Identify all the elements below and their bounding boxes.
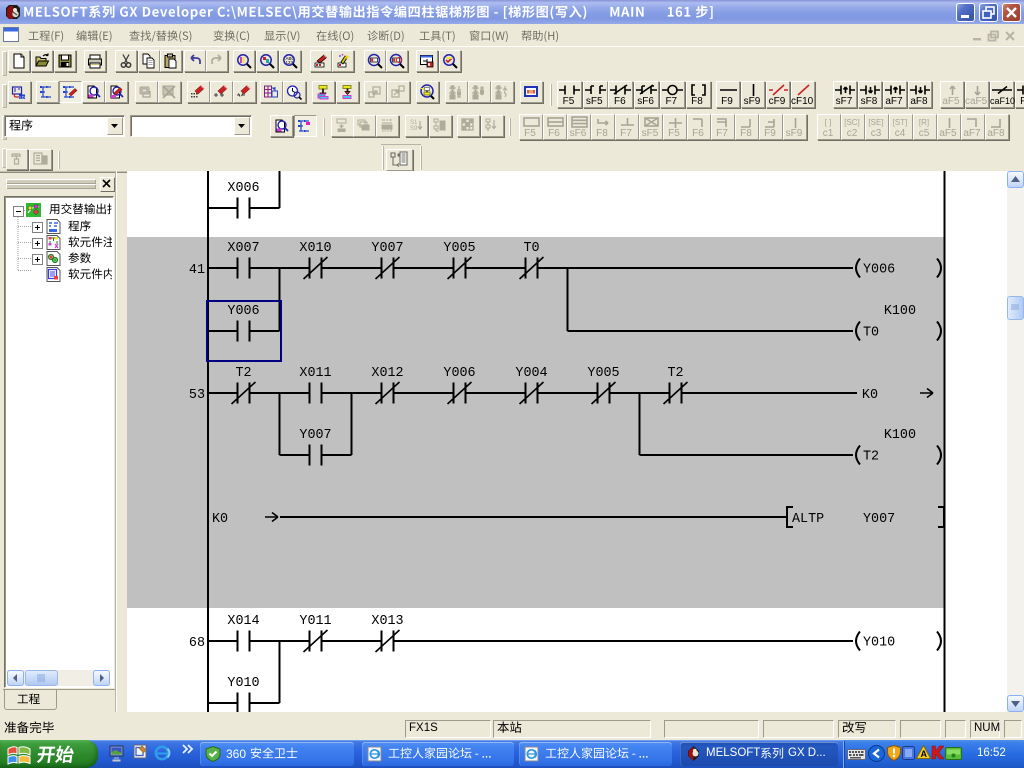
svg-text:K100: K100: [884, 428, 916, 443]
svg-text:T0: T0: [523, 241, 539, 256]
svg-text:A: A: [921, 749, 928, 759]
svg-text:Y007: Y007: [863, 512, 895, 527]
svg-text:Y005: Y005: [587, 366, 619, 381]
svg-text:X011: X011: [299, 366, 331, 381]
svg-text:Y004: Y004: [515, 366, 547, 381]
svg-text:Y006: Y006: [443, 366, 475, 381]
svg-text:T0: T0: [863, 326, 879, 341]
svg-text:T2: T2: [235, 366, 251, 381]
svg-text:K0: K0: [212, 512, 228, 527]
svg-text:41: 41: [189, 263, 205, 278]
svg-text:S9: S9: [410, 126, 418, 132]
svg-text:Y007: Y007: [299, 428, 331, 443]
svg-text:T2: T2: [667, 366, 683, 381]
svg-text:X012: X012: [371, 366, 403, 381]
svg-text:X014: X014: [227, 614, 259, 629]
svg-text:K100: K100: [884, 304, 916, 319]
svg-text:Y007: Y007: [371, 241, 403, 256]
svg-text:Y010: Y010: [863, 636, 895, 651]
svg-text:ALTP: ALTP: [792, 512, 824, 527]
svg-text:68: 68: [189, 636, 205, 651]
svg-text:LD: LD: [20, 95, 25, 100]
svg-text:53: 53: [189, 388, 205, 403]
svg-text:K0: K0: [862, 388, 878, 403]
svg-text:X013: X013: [371, 614, 403, 629]
svg-text:X006: X006: [227, 181, 259, 196]
svg-text:X007: X007: [227, 241, 259, 256]
svg-text:Y010: Y010: [227, 676, 259, 691]
svg-text:error: error: [382, 128, 393, 133]
svg-text:Y005: Y005: [443, 241, 475, 256]
svg-text:T2: T2: [863, 450, 879, 465]
svg-text:Y006: Y006: [227, 304, 259, 319]
svg-text:Y011: Y011: [299, 614, 331, 629]
svg-text:Y006: Y006: [863, 263, 895, 278]
svg-text:X010: X010: [299, 241, 331, 256]
